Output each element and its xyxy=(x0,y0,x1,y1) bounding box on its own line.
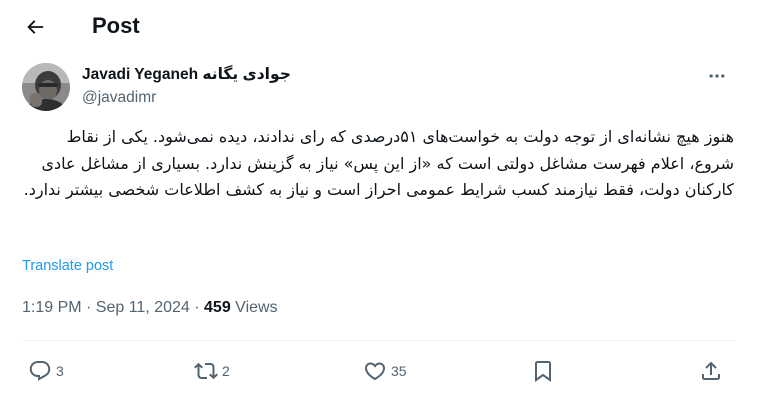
bookmark-icon xyxy=(535,361,551,382)
share-button[interactable] xyxy=(699,356,723,386)
divider xyxy=(22,340,736,341)
author-display-name[interactable]: Javadi Yeganeh جوادی یگانه xyxy=(82,65,291,85)
like-count: 35 xyxy=(391,363,407,379)
arrow-left-icon xyxy=(27,20,44,34)
views-label: Views xyxy=(230,299,278,316)
repost-count: 2 xyxy=(222,363,230,379)
translate-post-link[interactable]: Translate post xyxy=(22,257,113,275)
avatar[interactable] xyxy=(22,63,70,111)
more-options-button[interactable] xyxy=(700,62,734,90)
author-handle[interactable]: @javadimr xyxy=(82,88,291,108)
repost-icon xyxy=(194,362,218,380)
repost-button[interactable]: 2 xyxy=(194,356,230,386)
bookmark-button[interactable] xyxy=(531,356,555,386)
avatar-image xyxy=(22,63,70,111)
reply-count: 3 xyxy=(56,363,64,379)
like-button[interactable]: 35 xyxy=(363,356,407,386)
author-info: Javadi Yeganeh جوادی یگانه @javadimr xyxy=(82,65,291,108)
page-title: Post xyxy=(92,13,140,38)
reply-icon xyxy=(29,361,51,381)
more-dots-icon xyxy=(709,74,725,78)
heart-icon xyxy=(364,362,386,381)
share-icon xyxy=(702,361,720,380)
post-timestamp[interactable]: 1:19 PM · Sep 11, 2024 · xyxy=(22,299,204,316)
header-bar: Post xyxy=(0,0,761,52)
views-count: 459 xyxy=(204,299,231,316)
post-meta: 1:19 PM · Sep 11, 2024 · 459 Views xyxy=(22,298,278,318)
back-button[interactable] xyxy=(18,10,52,44)
post-text: هنوز هیچ نشانه‌ای از توجه دولت به خواست‌… xyxy=(23,127,734,199)
reply-button[interactable]: 3 xyxy=(28,356,64,386)
